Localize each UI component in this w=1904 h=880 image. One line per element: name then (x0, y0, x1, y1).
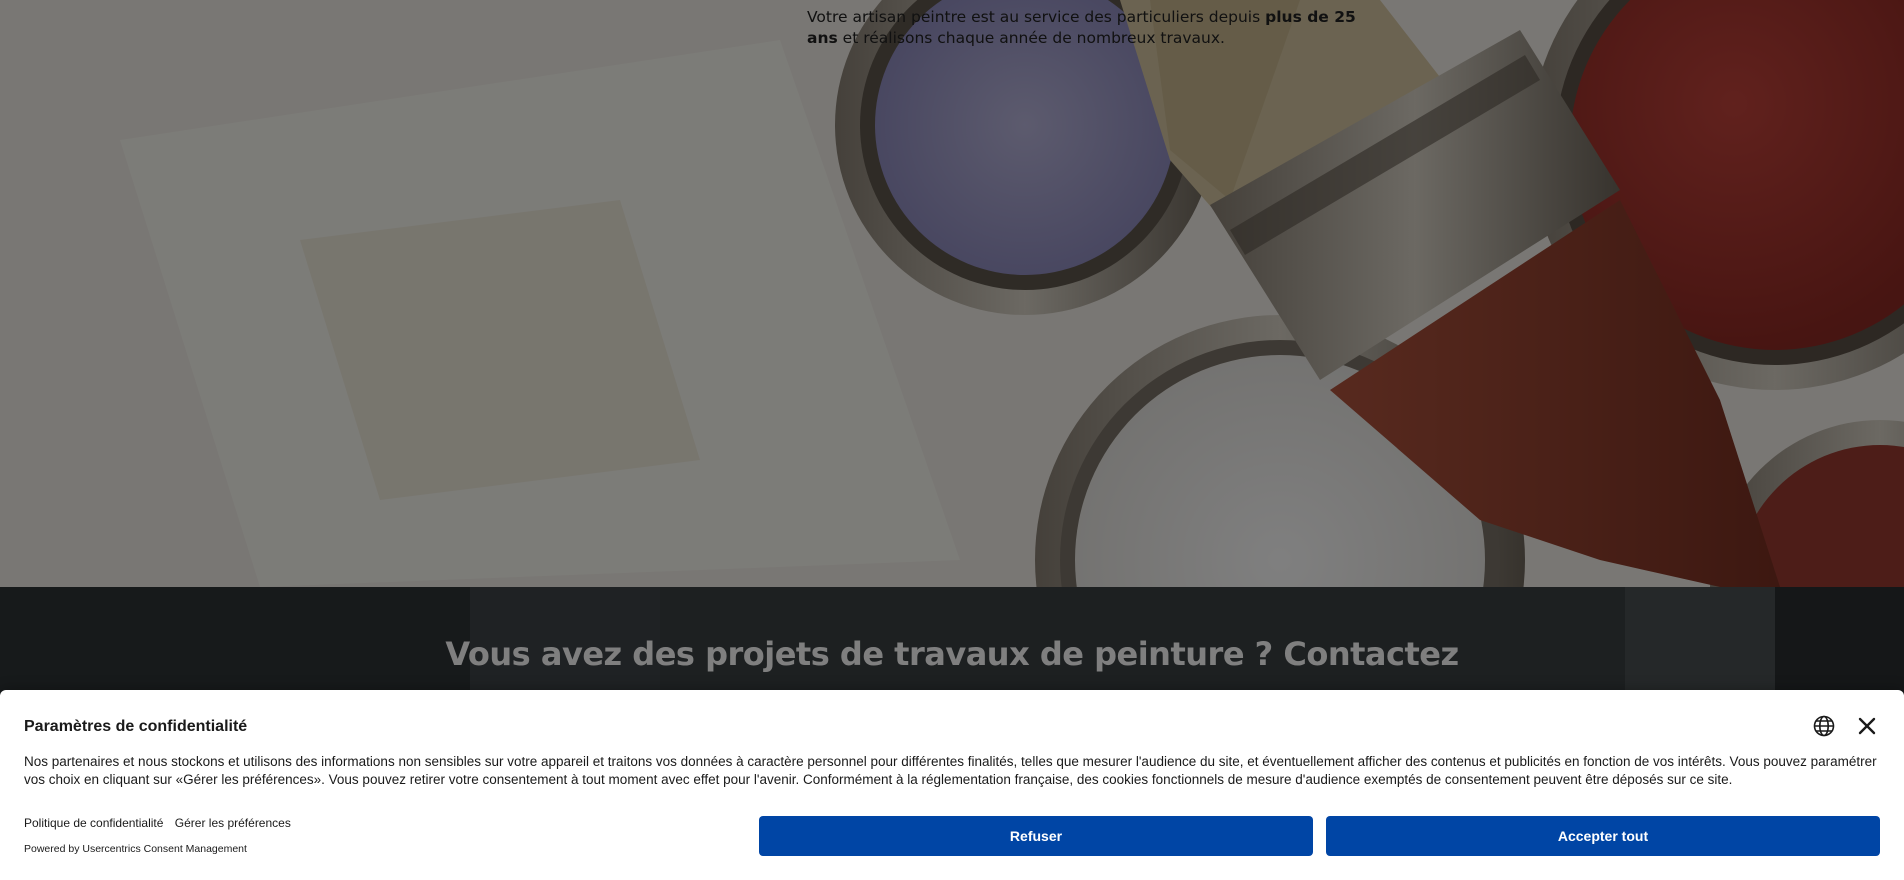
globe-icon (1813, 715, 1835, 737)
consent-title: Paramètres de confidentialité (24, 718, 248, 735)
privacy-policy-link[interactable]: Politique de confidentialité (24, 816, 163, 830)
refuse-button[interactable]: Refuser (759, 816, 1313, 856)
close-button[interactable] (1855, 714, 1879, 738)
language-button[interactable] (1812, 714, 1836, 738)
manage-preferences-link[interactable]: Gérer les préférences (175, 816, 291, 830)
powered-by-text: Powered by Usercentrics Consent Manageme… (24, 843, 247, 855)
accept-all-button[interactable]: Accepter tout (1326, 816, 1880, 856)
consent-links: Politique de confidentialité Gérer les p… (24, 816, 299, 830)
consent-description: Nos partenaires et nous stockons et util… (24, 754, 1877, 787)
cookie-consent-banner: Paramètres de confidentialité Nos parten… (0, 690, 1904, 880)
close-icon (1858, 717, 1876, 735)
